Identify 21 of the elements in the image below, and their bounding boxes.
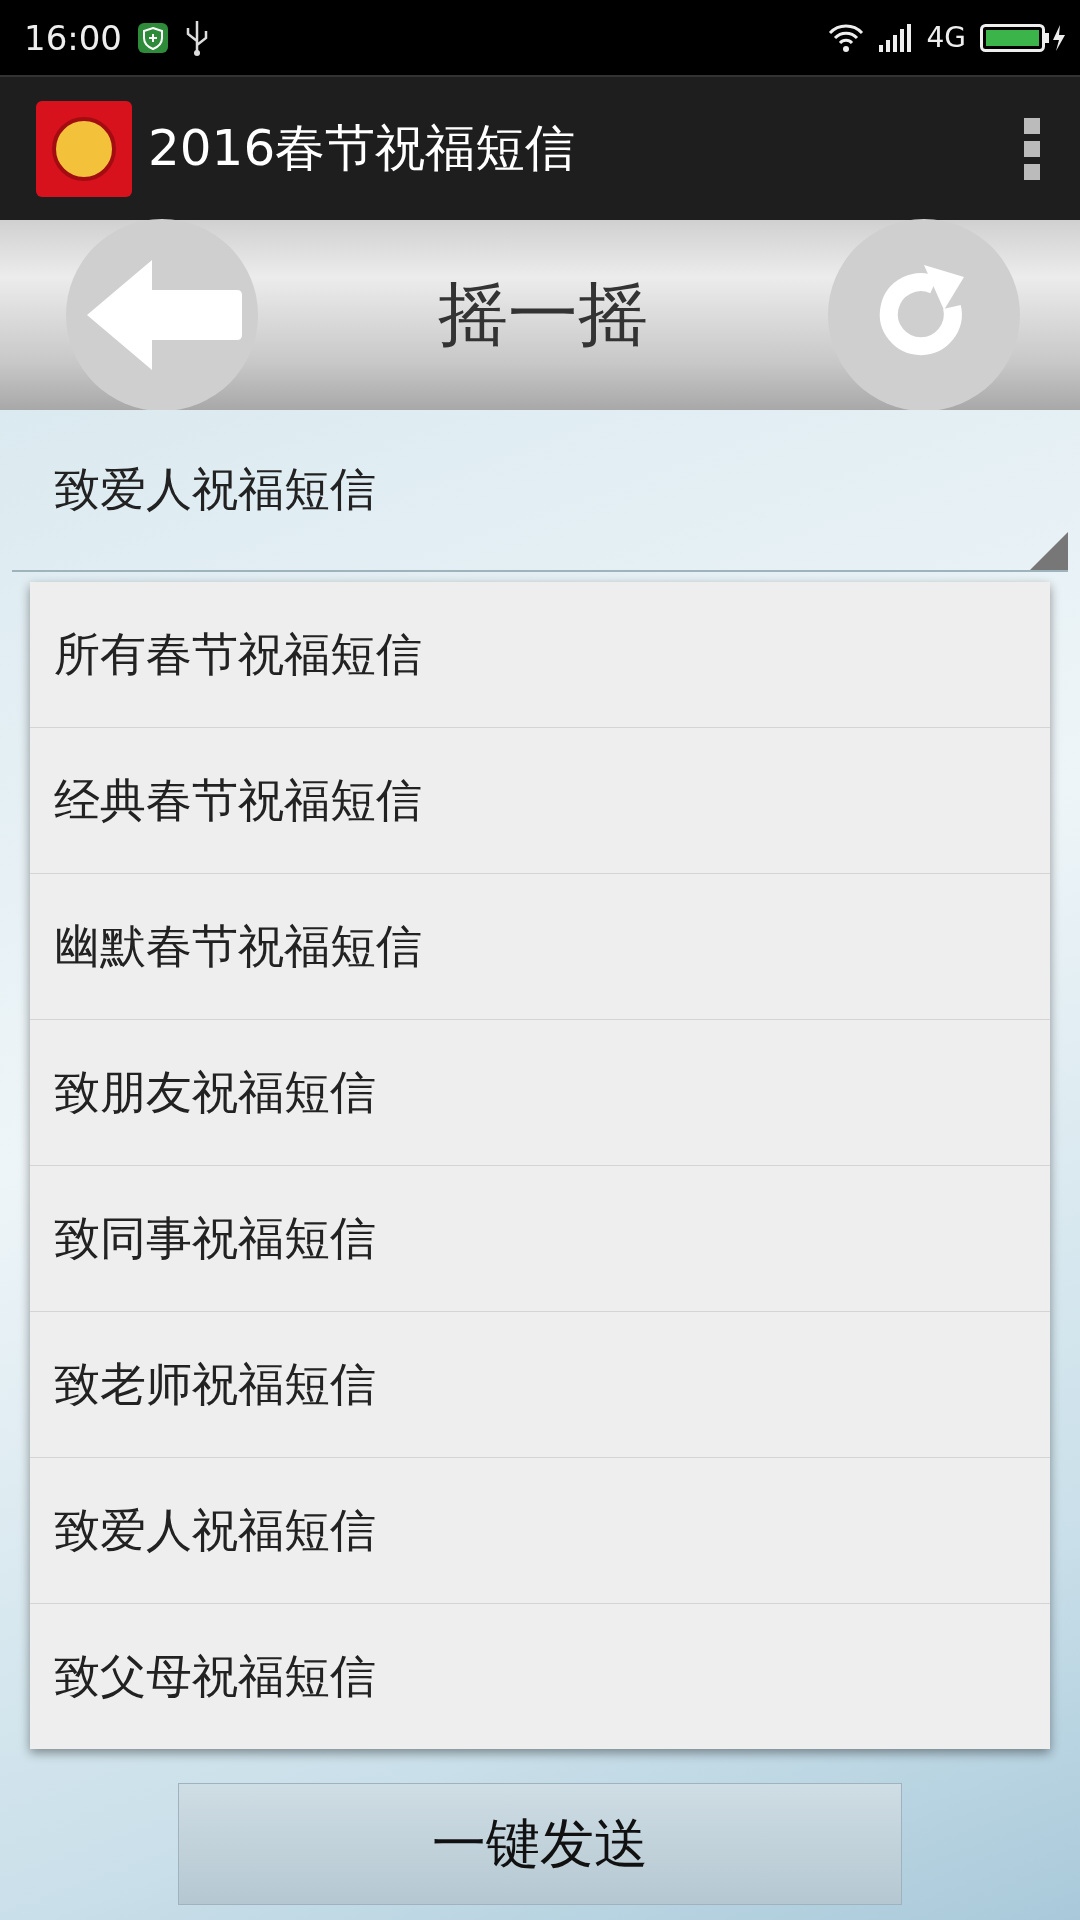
dropdown-option[interactable]: 经典春节祝福短信 [30,727,1050,873]
category-dropdown[interactable]: 致爱人祝福短信 [12,410,1068,572]
dropdown-option[interactable]: 致老师祝福短信 [30,1311,1050,1457]
wifi-icon [828,22,865,53]
dropdown-option[interactable]: 致父母祝福短信 [30,1603,1050,1749]
dropdown-option[interactable]: 致爱人祝福短信 [30,1457,1050,1603]
dropdown-option[interactable]: 所有春节祝福短信 [30,582,1050,727]
shield-icon [136,20,170,55]
signal-icon [878,22,913,53]
dropdown-corner-icon [1030,532,1068,570]
app-title: 2016春节祝福短信 [148,118,576,179]
dropdown-option[interactable]: 致朋友祝福短信 [30,1019,1050,1165]
network-type: 4G [926,21,966,54]
dropdown-option[interactable]: 致同事祝福短信 [30,1165,1050,1311]
usb-icon [184,18,210,57]
battery-charging-icon [980,22,1066,53]
app-logo-icon [36,100,132,197]
status-time: 16:00 [24,17,122,58]
page-title: 摇一摇 [438,272,648,357]
dropdown-option[interactable]: 幽默春节祝福短信 [30,873,1050,1019]
send-button[interactable]: 一键发送 [178,1783,902,1905]
